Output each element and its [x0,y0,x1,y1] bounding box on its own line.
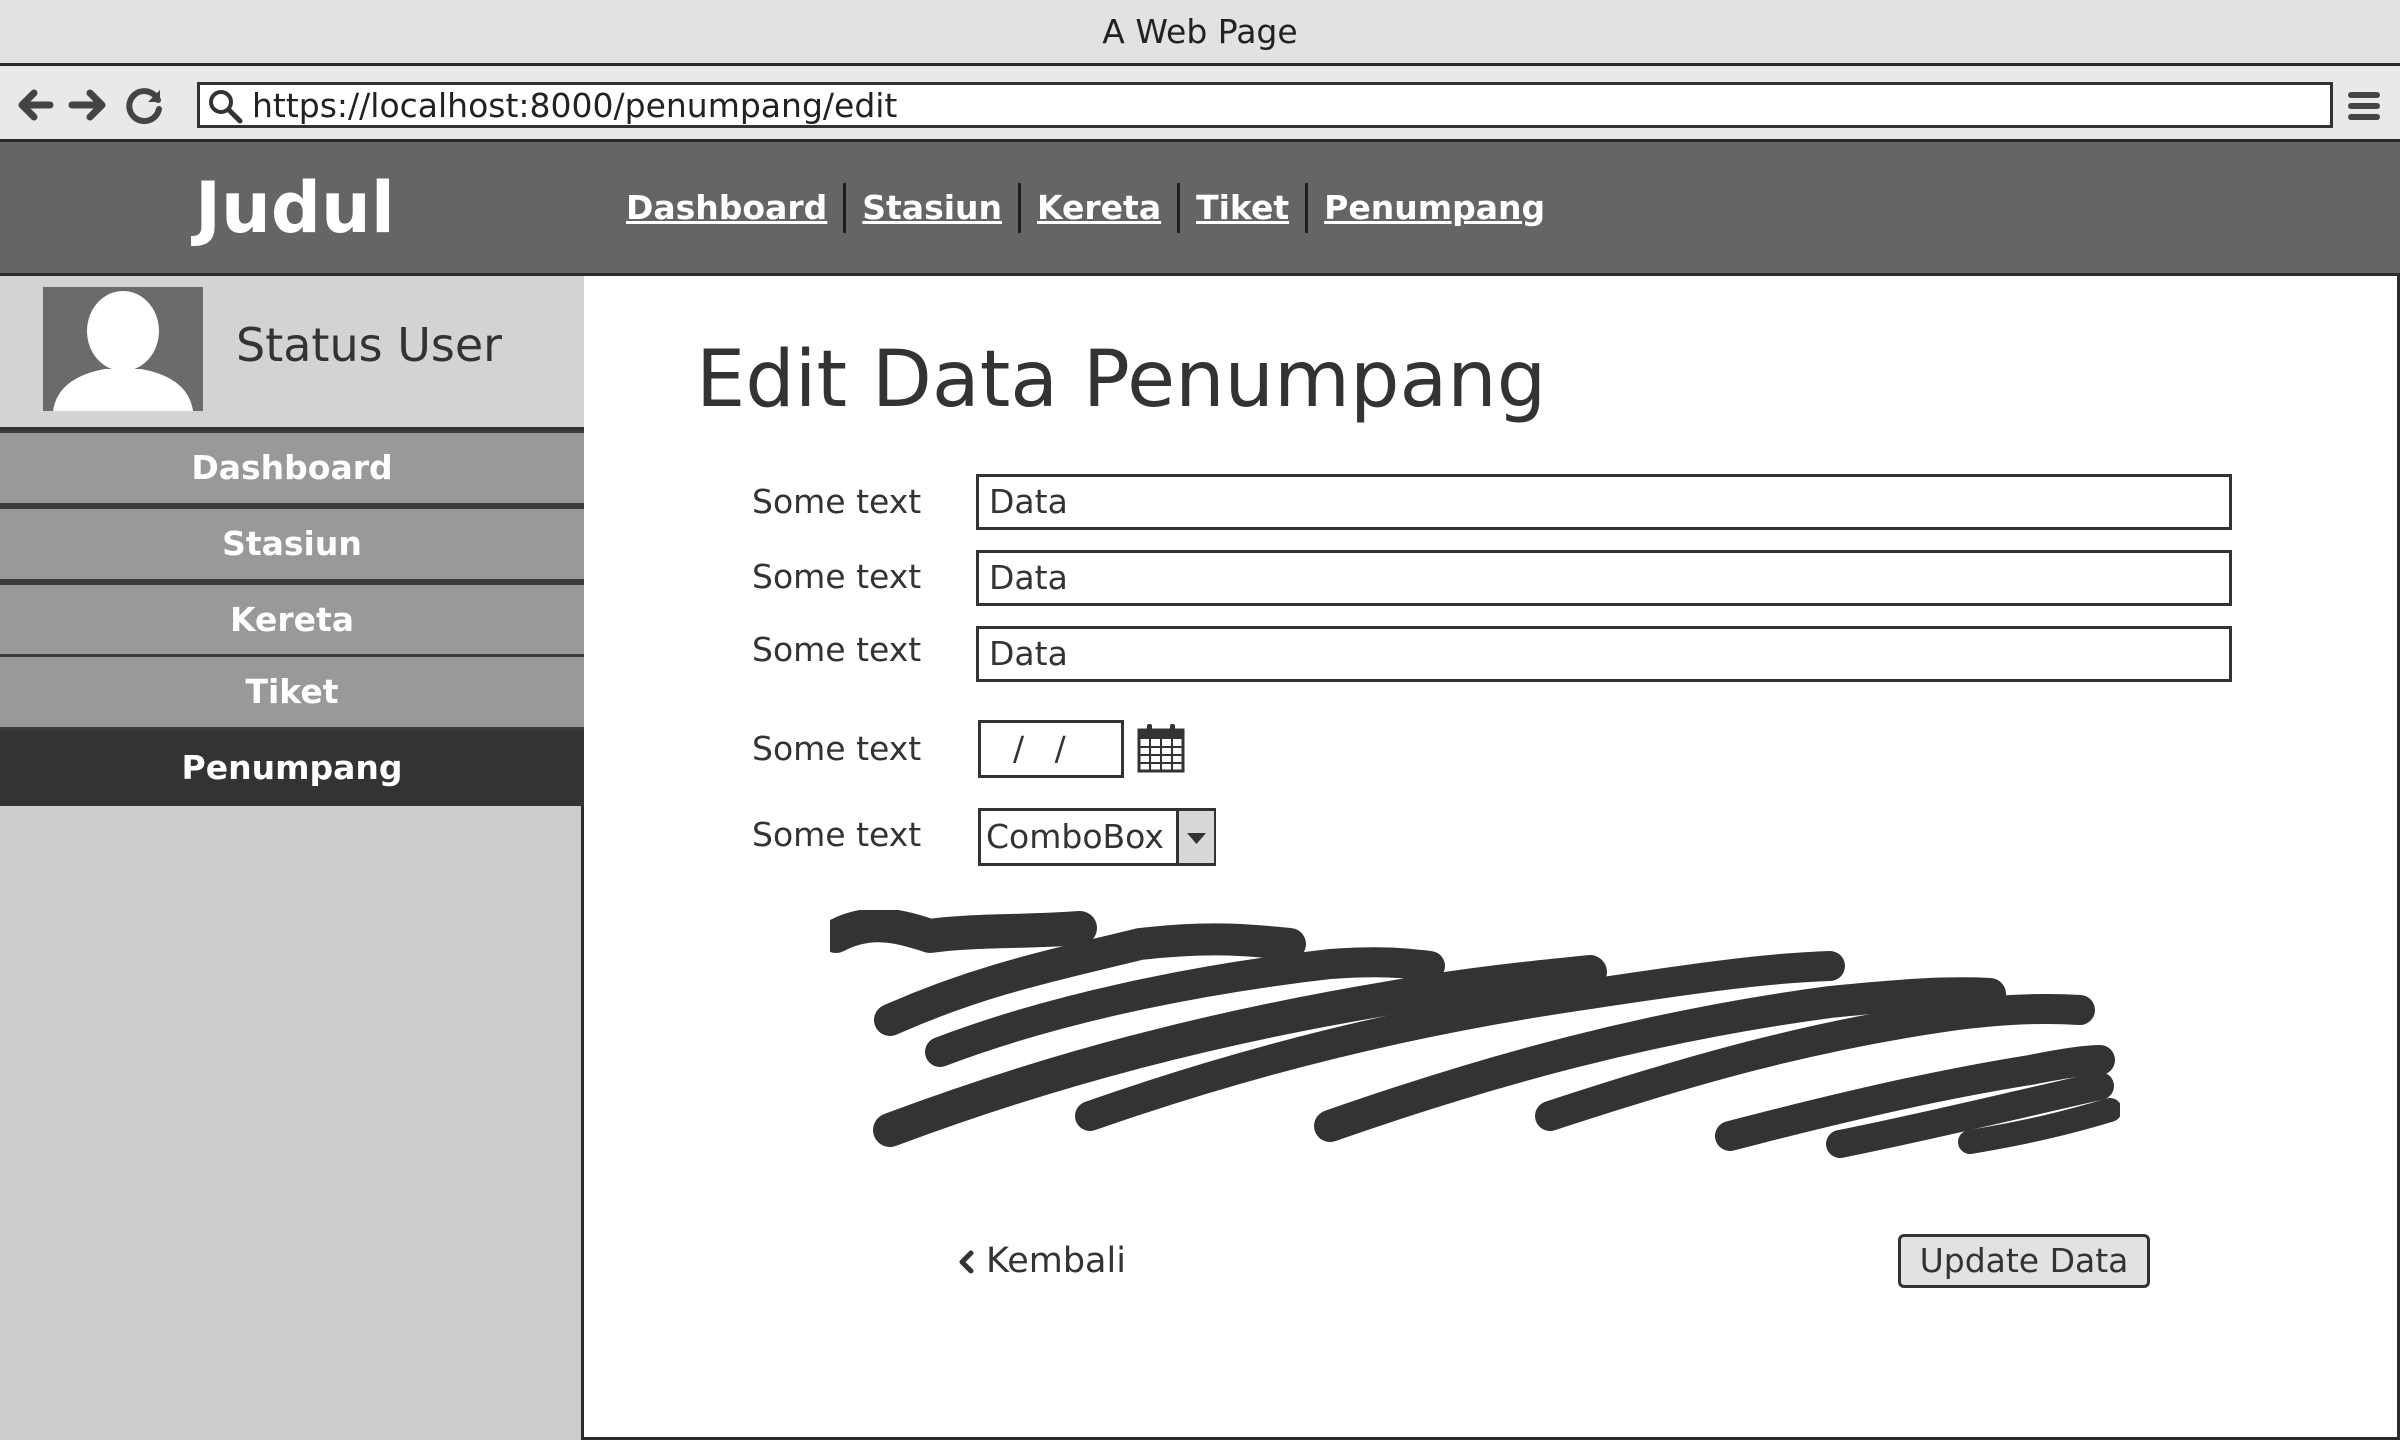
sidebar-item-penumpang[interactable]: Penumpang [0,730,584,806]
back-link[interactable]: Kembali [956,1234,1126,1288]
field-label: Some text [752,630,922,669]
sidebar-item-dashboard[interactable]: Dashboard [0,430,584,506]
url-text: https://localhost:8000/penumpang/edit [252,86,898,125]
topnav-penumpang[interactable]: Penumpang [1312,186,1557,230]
top-navigation: Dashboard Stasiun Kereta Tiket Penumpang [614,176,1557,240]
chevron-left-icon [959,1250,974,1274]
nav-separator [843,183,847,233]
user-status: Status User [236,318,503,372]
avatar [43,287,203,411]
topnav-tiket[interactable]: Tiket [1184,186,1301,230]
chevron-down-icon[interactable] [1176,811,1214,863]
back-arrow-icon[interactable] [10,78,64,132]
date-input[interactable]: / / [978,720,1124,778]
site-logo[interactable]: Judul [195,160,395,256]
topnav-kereta[interactable]: Kereta [1025,186,1173,230]
field-label: Some text [752,815,922,854]
sidebar-item-kereta[interactable]: Kereta [0,582,584,658]
nav-separator [1177,183,1181,233]
field-label: Some text [752,557,922,596]
calendar-icon[interactable] [1136,722,1186,774]
topnav-stasiun[interactable]: Stasiun [850,186,1014,230]
window-title: A Web Page [0,0,2400,66]
text-input-2[interactable]: Data [976,550,2232,606]
back-link-label: Kembali [986,1241,1126,1281]
search-icon [205,86,245,126]
text-input-1[interactable]: Data [976,474,2232,530]
reload-icon[interactable] [118,78,172,132]
combobox-value: ComboBox [986,817,1164,856]
text-input-3[interactable]: Data [976,626,2232,682]
page-title: Edit Data Penumpang [696,335,1547,425]
topnav-dashboard[interactable]: Dashboard [614,186,839,230]
scribble-placeholder [819,908,2122,1170]
sidebar-item-stasiun[interactable]: Stasiun [0,506,584,582]
nav-separator [1305,183,1309,233]
nav-separator [1018,183,1022,233]
sidebar-item-tiket[interactable]: Tiket [0,654,584,730]
forward-arrow-icon[interactable] [60,78,114,132]
field-label: Some text [752,729,922,768]
update-data-button[interactable]: Update Data [1898,1234,2150,1288]
hamburger-menu-icon[interactable] [2342,84,2386,128]
field-label: Some text [752,482,922,521]
